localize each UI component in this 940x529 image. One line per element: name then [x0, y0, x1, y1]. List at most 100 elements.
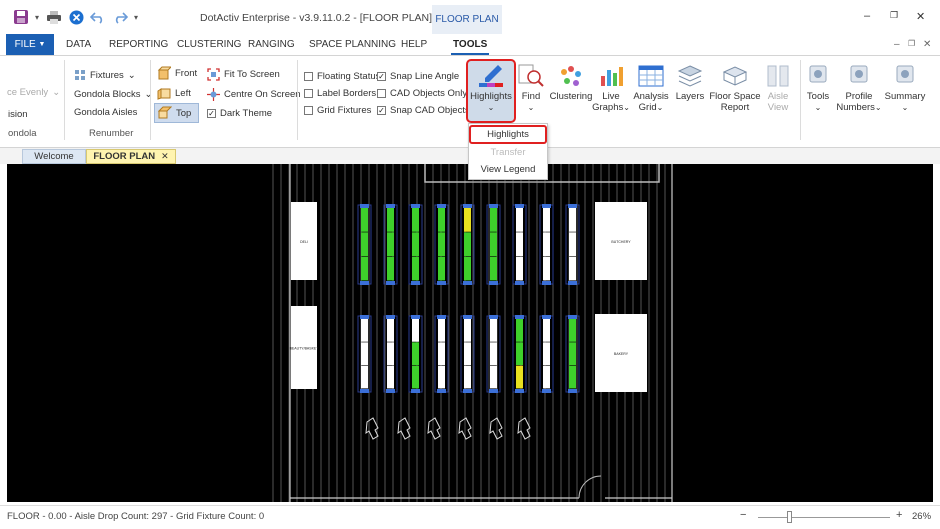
grid-fixtures-toggle[interactable]: Grid Fixtures [304, 105, 371, 116]
profile-numbers-button[interactable]: Profile Numbers⌄ [836, 64, 882, 113]
highlights-button[interactable]: Highlights ⌄ [469, 64, 513, 113]
gondola-shelf [543, 342, 550, 366]
tools-button[interactable]: Tools ⌄ [805, 64, 831, 113]
label-borders-toggle[interactable]: Label Borders [304, 88, 376, 99]
gondola-end-cap [568, 281, 577, 285]
highlights-label: Highlights [470, 91, 512, 102]
gondola-shelf [569, 365, 576, 389]
grid-fixtures-checkbox[interactable] [304, 106, 313, 115]
grid-fixtures-label: Grid Fixtures [317, 105, 372, 116]
fixtures-button[interactable]: Fixtures ⌄ [74, 69, 136, 81]
restore-icon[interactable]: ❐ [890, 10, 898, 21]
ribbon-close-icon[interactable]: ✕ [923, 39, 931, 50]
tab-reporting[interactable]: REPORTING [109, 39, 168, 50]
aisle-view-icon [765, 64, 791, 88]
cad-objects-only-checkbox[interactable] [377, 89, 386, 98]
tab-tools[interactable]: TOOLS [450, 39, 490, 55]
close-window-icon[interactable]: ✕ [916, 10, 925, 23]
floor-plan-canvas[interactable]: DELI BEAUTY/BASKET BUTCHERY BAKERY [7, 164, 933, 502]
menu-item-transfer[interactable]: Transfer [469, 147, 547, 158]
tab-ranging[interactable]: RANGING [248, 39, 295, 50]
aisle-view-button[interactable]: Aisle View [764, 64, 792, 113]
centre-on-screen-button[interactable]: Centre On Screen [207, 88, 301, 101]
save-dropdown-icon[interactable]: ▾ [32, 8, 42, 26]
tab-help[interactable]: HELP [401, 39, 427, 50]
tab-space-planning[interactable]: SPACE PLANNING [309, 39, 396, 50]
layers-button[interactable]: Layers [675, 64, 705, 102]
zoom-in-button[interactable]: + [896, 509, 902, 521]
cad-objects-only-toggle[interactable]: CAD Objects Only [377, 88, 467, 99]
menu-item-view-legend[interactable]: View Legend [469, 164, 547, 175]
menu-item-highlights[interactable]: Highlights [469, 129, 547, 140]
gondola-shelf [490, 208, 497, 232]
centre-on-screen-icon [207, 88, 220, 101]
snap-cad-objects-checkbox[interactable]: ✓ [377, 106, 386, 115]
gondola-end-cap [515, 315, 524, 319]
summary-button[interactable]: Summary ⌄ [884, 64, 926, 113]
minimize-icon[interactable]: – [864, 10, 870, 22]
save-icon[interactable] [10, 8, 32, 26]
gondola-shelf [569, 319, 576, 342]
print-icon[interactable] [44, 8, 64, 26]
report-label: Report [720, 102, 750, 113]
customize-toolbar-icon[interactable]: ▾ [132, 8, 140, 26]
floor-space-report-button[interactable]: Floor Space Report [709, 64, 761, 113]
tab-clustering[interactable]: CLUSTERING [177, 39, 241, 50]
department-label: BAKERY [614, 352, 629, 356]
dark-theme-checkbox[interactable]: ✓ [207, 109, 216, 118]
dark-theme-toggle[interactable]: ✓ Dark Theme [207, 108, 272, 119]
snap-line-angle-checkbox[interactable]: ✓ [377, 72, 386, 81]
gondola-shelf [464, 256, 471, 281]
tab-floor-plan[interactable]: FLOOR PLAN ✕ [86, 149, 176, 164]
checkout-counter [397, 417, 411, 440]
label-borders-checkbox[interactable] [304, 89, 313, 98]
gondola-end-cap [386, 315, 395, 319]
front-view-button[interactable]: Front [157, 66, 197, 80]
cad-objects-only-label: CAD Objects Only [390, 88, 468, 99]
gondola-shelf [387, 319, 394, 342]
redo-icon[interactable] [110, 8, 130, 26]
gondola-shelf [464, 342, 471, 366]
left-view-button[interactable]: Left [157, 86, 191, 100]
gondola-aisles-button[interactable]: Gondola Aisles [74, 107, 137, 118]
checkout-counter [489, 417, 503, 440]
analysis-grid-button[interactable]: Analysis Grid⌄ [632, 64, 670, 113]
fit-to-screen-button[interactable]: Fit To Screen [207, 68, 280, 81]
fit-to-screen-label: Fit To Screen [224, 69, 280, 80]
close-document-icon[interactable] [66, 8, 86, 26]
undo-icon[interactable] [88, 8, 108, 26]
file-menu[interactable]: FILE ▼ [6, 34, 54, 55]
tab-data[interactable]: DATA [66, 39, 91, 50]
floating-status-checkbox[interactable] [304, 72, 313, 81]
live-graphs-button[interactable]: Live Graphs⌄ [592, 64, 630, 113]
zoom-slider-thumb[interactable] [787, 511, 792, 523]
floating-status-toggle[interactable]: Floating Status [304, 71, 380, 82]
context-tab-floor-plan[interactable]: FLOOR PLAN [432, 5, 502, 34]
tab-welcome[interactable]: Welcome [22, 149, 86, 164]
file-dropdown-icon: ▼ [38, 41, 46, 48]
top-view-button[interactable]: Top [154, 103, 199, 123]
floor-plan-drawing[interactable]: DELI BEAUTY/BASKET BUTCHERY BAKERY [7, 164, 933, 502]
close-tab-icon[interactable]: ✕ [161, 151, 169, 162]
snap-cad-objects-toggle[interactable]: ✓ Snap CAD Objects [377, 105, 470, 116]
clustering-button[interactable]: Clustering [548, 64, 594, 102]
gondola-blocks-button[interactable]: Gondola Blocks ⌄ [74, 89, 153, 100]
zoom-out-button[interactable]: − [740, 509, 746, 521]
ribbon-minimize-icon[interactable]: – [894, 39, 900, 50]
gondola-end-cap [437, 389, 446, 393]
clustering-label: Clustering [549, 91, 593, 102]
division-button[interactable]: ision [8, 109, 28, 120]
space-evenly-button[interactable]: ce Evenly ⌄ [7, 87, 60, 98]
gondola-end-cap [411, 281, 420, 285]
summary-label: Summary [884, 91, 926, 102]
find-button[interactable]: Find ⌄ [518, 64, 544, 113]
profile-numbers-icon [846, 64, 872, 88]
zoom-slider-track[interactable] [758, 517, 890, 518]
highlights-dropdown-menu: Highlights Transfer View Legend [468, 123, 548, 180]
layers-icon [677, 64, 703, 88]
gondola-shelf [387, 208, 394, 232]
snap-line-angle-toggle[interactable]: ✓ Snap Line Angle [377, 71, 459, 82]
ribbon-restore-icon[interactable]: ❐ [908, 39, 915, 48]
gondola-shelf [361, 319, 368, 342]
gondola-end-cap [437, 281, 446, 285]
